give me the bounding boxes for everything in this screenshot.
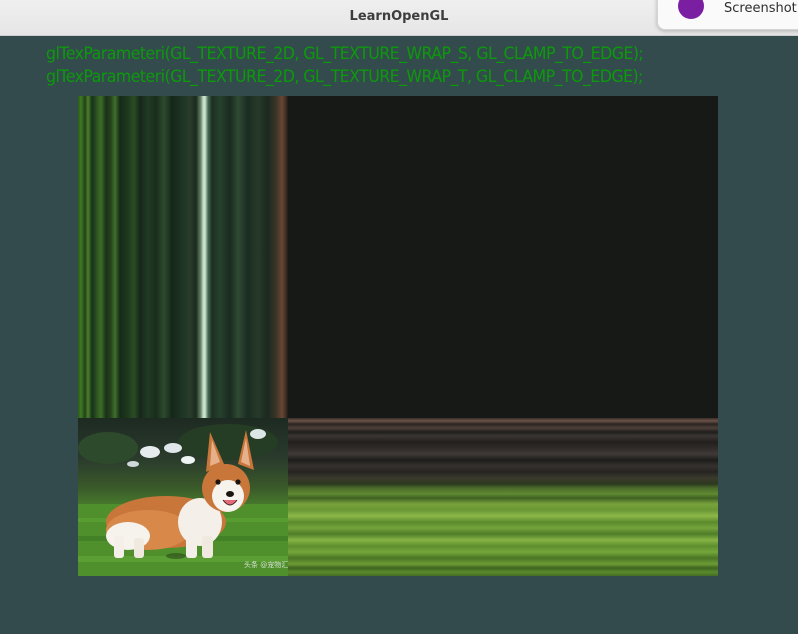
clamped-edge-stretch-vertical-edge <box>268 96 288 418</box>
clamped-edge-stretch-horizontal <box>288 418 718 576</box>
opengl-viewport[interactable]: glTexParameteri(GL_TEXTURE_2D, GL_TEXTUR… <box>0 36 798 634</box>
screenshot-notification[interactable]: Screenshot <box>657 0 798 30</box>
screenshot-app-icon <box>678 0 704 19</box>
corgi-texture-image: 头条 @宠物汇 <box>78 418 288 576</box>
wrap-t-code-line: glTexParameteri(GL_TEXTURE_2D, GL_TEXTUR… <box>46 67 643 87</box>
notification-text: Screenshot <box>724 1 797 16</box>
textured-quad: 头条 @宠物汇 <box>78 96 718 576</box>
wrap-s-code-line: glTexParameteri(GL_TEXTURE_2D, GL_TEXTUR… <box>46 44 644 64</box>
photo-watermark: 头条 @宠物汇 <box>244 561 288 569</box>
clamped-edge-stretch-vertical <box>78 96 288 418</box>
corgi-illustration <box>78 424 288 576</box>
